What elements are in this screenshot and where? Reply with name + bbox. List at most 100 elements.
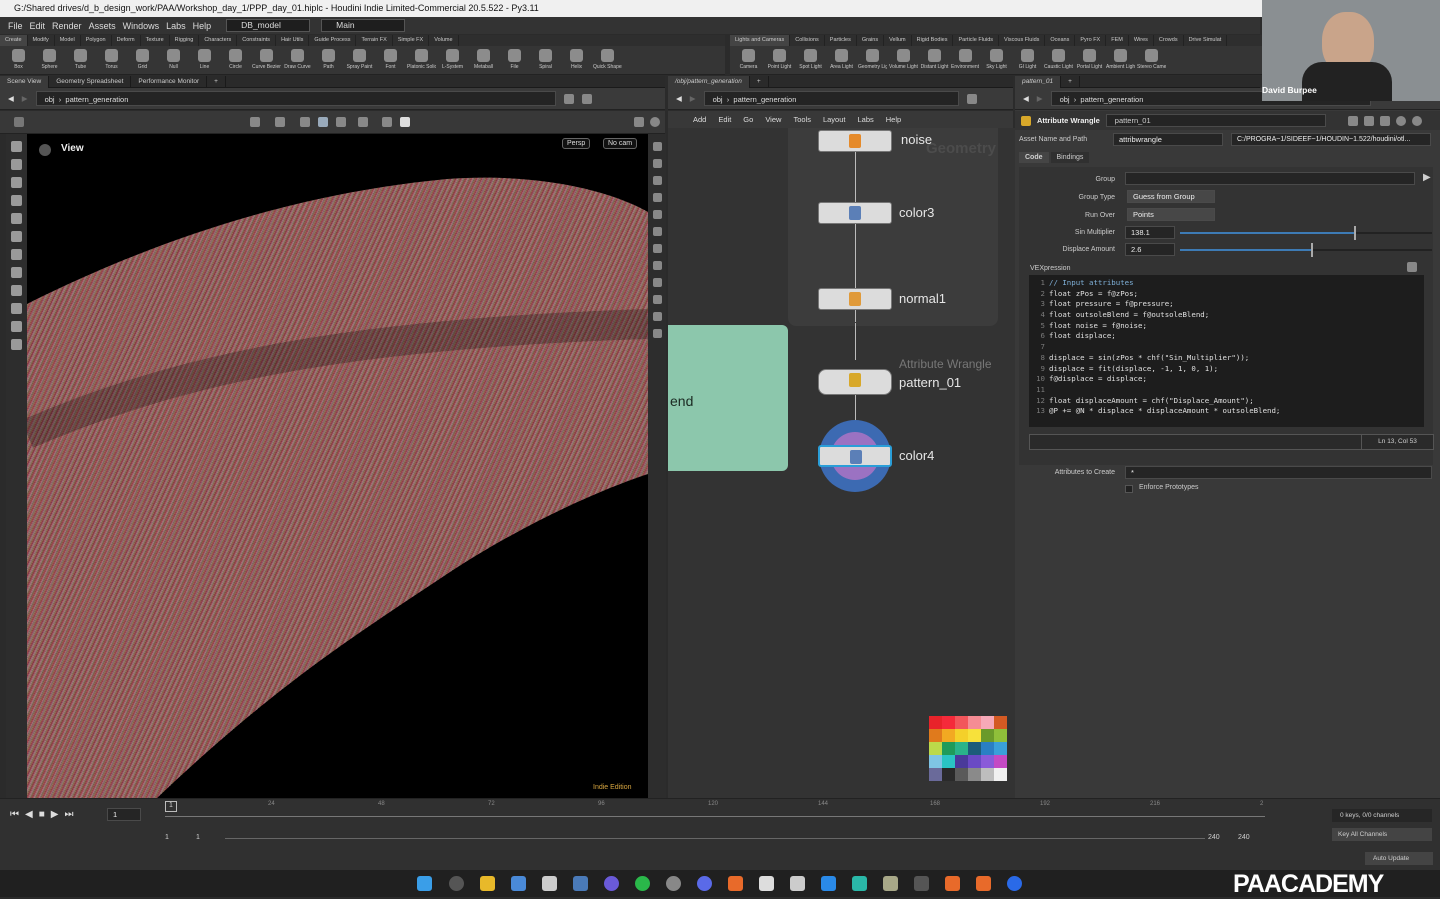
shelf-tool-file[interactable]: File (500, 46, 529, 70)
node-color4[interactable] (818, 445, 892, 467)
param-back-icon[interactable]: ◀ (1023, 94, 1029, 103)
calculator-icon[interactable] (573, 876, 588, 891)
node-pattern-01[interactable] (818, 369, 892, 395)
link-icon[interactable] (581, 93, 592, 104)
color-swatch[interactable] (981, 729, 994, 742)
network-menu-layout[interactable]: Layout (823, 115, 846, 124)
current-frame-field[interactable]: 1 (107, 808, 141, 821)
shelf-tool-area-light[interactable]: Area Light (827, 46, 856, 70)
network-editor[interactable]: Geometry end noise color3 normal1 Attrib… (668, 128, 1015, 798)
shelf-tool-spot-light[interactable]: Spot Light (796, 46, 825, 70)
node-color3[interactable] (818, 202, 892, 224)
network-menu-edit[interactable]: Edit (718, 115, 731, 124)
viewport-options-icon[interactable] (634, 117, 644, 127)
info-icon[interactable] (1395, 115, 1406, 126)
group-field[interactable] (1125, 172, 1415, 185)
vertex-icon[interactable] (652, 312, 662, 321)
discord-icon[interactable] (697, 876, 712, 891)
desktop-select[interactable]: DB_model (226, 19, 311, 32)
shelf-tool-draw-curve[interactable]: Draw Curve (283, 46, 312, 70)
color-swatch[interactable] (968, 716, 981, 729)
color-swatch[interactable] (968, 729, 981, 742)
scene-viewport[interactable]: View Persp No cam Indie Edition (27, 134, 648, 798)
shelf-right-tab-vellum[interactable]: Vellum (884, 35, 912, 46)
shelf-right-tab-fem[interactable]: FEM (1106, 35, 1129, 46)
frame-icon[interactable] (652, 193, 662, 202)
color-swatch[interactable] (955, 755, 968, 768)
network-forward-icon[interactable]: ▶ (690, 94, 696, 103)
uv-icon[interactable] (652, 329, 662, 338)
shelf-tool-sphere[interactable]: Sphere (35, 46, 64, 70)
color-swatch[interactable] (994, 729, 1007, 742)
snap-icon[interactable] (250, 117, 260, 127)
color-swatch[interactable] (955, 716, 968, 729)
network-menu-view[interactable]: View (765, 115, 781, 124)
shelf-tool-volume-light[interactable]: Volume Light (889, 46, 918, 70)
color-swatch[interactable] (929, 716, 942, 729)
path-root[interactable]: obj (45, 95, 55, 104)
param-help-icon[interactable] (1411, 115, 1422, 126)
color-swatch[interactable] (942, 755, 955, 768)
handle-tool-icon[interactable] (11, 231, 22, 242)
firefox-icon[interactable] (604, 876, 619, 891)
color-swatch[interactable] (942, 742, 955, 755)
shelf-tool-gi-light[interactable]: GI Light (1013, 46, 1042, 70)
shelf-tool-tube[interactable]: Tube (66, 46, 95, 70)
shelf-tool-ambient-light[interactable]: Ambient Light (1106, 46, 1135, 70)
view-menu-icon[interactable] (39, 144, 51, 156)
color-swatch[interactable] (942, 729, 955, 742)
tab-bindings[interactable]: Bindings (1050, 152, 1090, 163)
menu-file[interactable]: File (8, 21, 23, 31)
taskbar-search-icon[interactable] (449, 876, 464, 891)
view-tool-icon[interactable] (11, 321, 22, 332)
sin-multiplier-slider[interactable] (1180, 226, 1432, 240)
color-swatch[interactable] (929, 768, 942, 781)
scale-tool-icon[interactable] (11, 195, 22, 206)
range-start2-field[interactable]: 1 (196, 834, 200, 841)
shelf-tool-portal-light[interactable]: Portal Light (1075, 46, 1104, 70)
lock-icon[interactable] (11, 213, 22, 224)
network-menu-go[interactable]: Go (743, 115, 753, 124)
network-menu-tools[interactable]: Tools (793, 115, 811, 124)
shelf-tab-simple-fx[interactable]: Simple FX (393, 35, 430, 46)
move-tool-icon[interactable] (11, 159, 22, 170)
displace-amount-slider[interactable] (1180, 243, 1432, 257)
auto-update-menu[interactable]: Auto Update (1365, 852, 1433, 865)
displace-amount-field[interactable]: 2.6 (1125, 243, 1175, 256)
group-arrow-icon[interactable]: ▶ (1423, 172, 1431, 183)
color-swatch[interactable] (929, 755, 942, 768)
color-swatch[interactable] (929, 729, 942, 742)
color-swatch[interactable] (929, 742, 942, 755)
add-tab-icon[interactable]: + (207, 75, 226, 88)
shelf-tab-rigging[interactable]: Rigging (170, 35, 200, 46)
wire-icon[interactable] (652, 295, 662, 304)
shelf-right-tab-oceans[interactable]: Oceans (1045, 35, 1076, 46)
menu-edit[interactable]: Edit (30, 21, 46, 31)
network-menu-help[interactable]: Help (886, 115, 901, 124)
stop-icon[interactable]: ■ (39, 809, 45, 820)
shelf-tool-helix[interactable]: Helix (562, 46, 591, 70)
attributes-to-create-field[interactable]: * (1125, 466, 1432, 479)
shelf-tab-model[interactable]: Model (55, 35, 81, 46)
network-path-field[interactable]: obj › pattern_generation (703, 91, 959, 106)
lock-camera-icon[interactable] (652, 159, 662, 168)
tab-network-path[interactable]: /obj/pattern_generation (668, 75, 750, 88)
key-all-channels-button[interactable]: Key All Channels (1332, 828, 1432, 841)
vex-code-editor[interactable]: 1 // Input attributes 2 float zPos = f@zPos… (1029, 275, 1424, 427)
forward-arrow-icon[interactable]: ▶ (22, 94, 28, 103)
shelf-tool-camera[interactable]: Camera (734, 46, 763, 70)
param-forward-icon[interactable]: ▶ (1037, 94, 1043, 103)
color-swatch[interactable] (981, 755, 994, 768)
app-icon-grid[interactable] (883, 876, 898, 891)
shelf-right-tab-grains[interactable]: Grains (857, 35, 885, 46)
network-back-icon[interactable]: ◀ (676, 94, 682, 103)
shelf-tool-torus[interactable]: Torus (97, 46, 126, 70)
ghost-icon[interactable] (300, 117, 310, 127)
play-reverse-icon[interactable]: ◀ (25, 809, 33, 820)
menu-labs[interactable]: Labs (166, 21, 186, 31)
menu-help[interactable]: Help (193, 21, 212, 31)
group-type-menu[interactable]: Guess from Group (1127, 190, 1215, 203)
shelf-tool-l-system[interactable]: L-System (438, 46, 467, 70)
shelf-tool-sky-light[interactable]: Sky Light (982, 46, 1011, 70)
color-swatch[interactable] (981, 716, 994, 729)
